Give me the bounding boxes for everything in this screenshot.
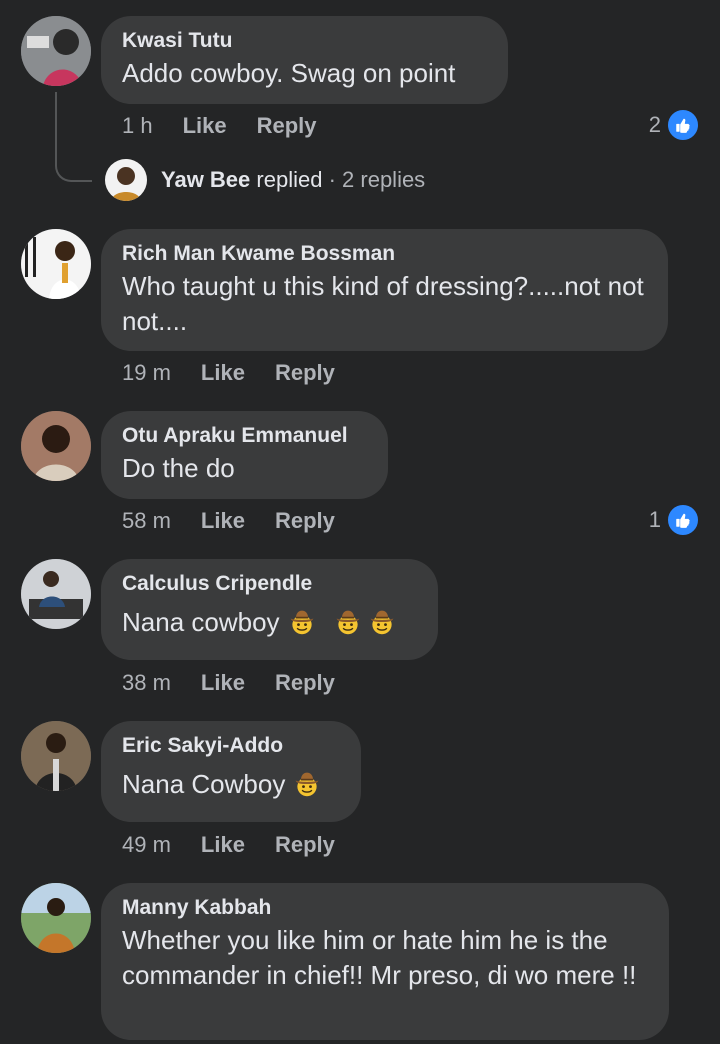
comment-text: Whether you like him or hate him he is t… [122,925,637,990]
comment-text-content: Nana Cowboy [122,769,286,799]
comment-time[interactable]: 38 m [122,670,171,696]
reply-action: replied [256,167,323,192]
comment-author[interactable]: Kwasi Tutu [122,28,487,54]
reply-button[interactable]: Reply [275,508,335,534]
like-button[interactable]: Like [201,832,245,858]
avatar[interactable] [21,721,91,791]
reply-button[interactable]: Reply [275,670,335,696]
like-button[interactable]: Like [201,508,245,534]
cowboy-emoji-icon [293,770,321,798]
comment-text: Addo cowboy. Swag on point [122,58,456,88]
comment-author[interactable]: Rich Man Kwame Bossman [122,241,647,267]
avatar-image [21,16,91,86]
reply-thread-link[interactable]: Yaw Bee replied · 2 replies [105,158,425,202]
reply-button[interactable]: Reply [275,832,335,858]
comment-text-content: Nana cowboy [122,607,280,637]
comment-author[interactable]: Manny Kabbah [122,895,648,921]
reaction-count[interactable]: 2 [649,108,700,142]
reaction-number: 2 [648,112,661,137]
comment-bubble: Kwasi Tutu Addo cowboy. Swag on point [101,16,508,104]
avatar[interactable] [21,411,91,481]
comment-text: Who taught u this kind of dressing?.....… [122,271,651,336]
comment-text: Nana Cowboy [122,767,340,802]
like-icon [666,108,700,142]
comment-text: Nana cowboy [122,605,417,640]
comment-author[interactable]: Otu Apraku Emmanuel [122,423,367,449]
comment-time[interactable]: 58 m [122,508,171,534]
like-button[interactable]: Like [201,360,245,386]
reply-summary: Yaw Bee replied · 2 replies [161,167,425,193]
comment-bubble: Calculus Cripendle Nana cowboy [101,559,438,660]
comment-bubble: Manny Kabbah Whether you like him or hat… [101,883,669,1040]
reply-author: Yaw Bee [161,167,251,192]
thread-connector [55,92,92,182]
comment-actions: 19 m Like Reply [122,360,335,386]
comment-time[interactable]: 1 h [122,113,153,139]
comment-actions: 1 h Like Reply [122,113,317,139]
comment-actions: 58 m Like Reply [122,508,335,534]
avatar[interactable] [21,559,91,629]
cowboy-emoji-icon [288,608,316,636]
reaction-number: 1 [648,507,661,532]
comment-text: Do the do [122,453,235,483]
comment-author[interactable]: Eric Sakyi-Addo [122,733,340,759]
comment-time[interactable]: 19 m [122,360,171,386]
like-button[interactable]: Like [183,113,227,139]
like-button[interactable]: Like [201,670,245,696]
like-icon [666,503,700,537]
comment-bubble: Rich Man Kwame Bossman Who taught u this… [101,229,668,351]
cowboy-emoji-icon [368,608,396,636]
comment-actions: 38 m Like Reply [122,670,335,696]
reaction-count[interactable]: 1 [649,503,700,537]
avatar[interactable] [21,883,91,953]
comment-time[interactable]: 49 m [122,832,171,858]
comment-author[interactable]: Calculus Cripendle [122,571,417,597]
comment-actions: 49 m Like Reply [122,832,335,858]
avatar[interactable] [21,229,91,299]
avatar [105,159,147,201]
avatar[interactable] [21,16,91,86]
reply-separator: · [328,167,336,192]
reply-button[interactable]: Reply [275,360,335,386]
reply-button[interactable]: Reply [257,113,317,139]
comment-bubble: Eric Sakyi-Addo Nana Cowboy [101,721,361,822]
cowboy-emoji-icon [334,608,362,636]
comment-bubble: Otu Apraku Emmanuel Do the do [101,411,388,499]
reply-count: 2 replies [342,167,426,192]
